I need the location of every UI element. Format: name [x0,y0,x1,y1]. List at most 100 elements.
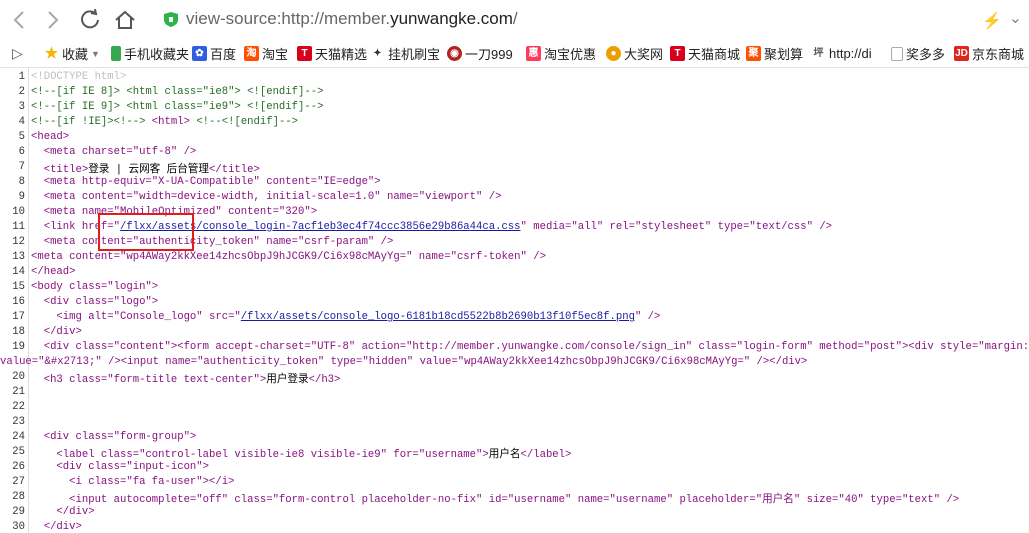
line-number: 17 [12,311,25,323]
line-number: 27 [12,476,25,488]
line-number: 7 [18,161,25,173]
page-icon: 坪 [813,48,824,59]
code-line: <input autocomplete="off" class="form-co… [31,494,960,506]
security-shield-icon [164,12,178,27]
code-line: <meta content="authenticity_token" name=… [31,236,394,248]
back-button[interactable] [6,7,32,33]
line-number: 30 [12,521,25,533]
bookmark-label: 天猫精选 [315,47,368,62]
code-line: </div> [31,506,95,518]
game-icon: ✦ [373,48,382,59]
chevron-down-icon[interactable]: ⌄ [1009,8,1022,28]
coupon-icon: 惠 [526,46,541,61]
forward-button[interactable] [40,7,66,33]
sidebar-toggle-icon[interactable]: ▷ [12,45,23,62]
bookmark-label: 百度 [210,47,237,62]
line-number: 3 [18,101,25,113]
bookmark-label: 挂机刷宝 [388,47,441,62]
bookmark-item[interactable]: 淘淘宝 [244,45,288,62]
line-number: 23 [12,416,25,428]
bookmark-item[interactable]: T 天猫商城 [670,45,740,62]
bookmark-label: 手机收藏夹 [124,47,190,62]
code-line: <body class="login"> [31,281,159,293]
lightning-icon[interactable]: ⚡ [982,11,1002,31]
line-number: 11 [12,221,25,233]
bookmark-item[interactable]: T 天猫精选 [297,45,367,62]
line-number: 5 [18,131,25,143]
bookmark-item[interactable]: 坪 http://di [811,45,872,62]
line-number: 22 [12,401,25,413]
line-number: 6 [18,146,25,158]
code-tag: </h3> [308,374,341,386]
code-tag: <img alt="Console_logo" src=" [31,311,241,323]
bookmark-item[interactable]: ★ 收藏 ▼ [44,45,100,62]
bookmark-item[interactable]: 惠淘宝优惠 [526,45,596,62]
phone-icon [111,46,121,61]
line-number: 8 [18,176,25,188]
code-line: <!DOCTYPE html> [31,71,127,83]
line-number: 12 [12,236,25,248]
code-tag: <title> [31,164,89,176]
code-tag: <html> [151,116,190,128]
address-bar[interactable]: view-source:http://member.yunwangke.com/… [156,6,1022,34]
bookmark-item[interactable]: ✿ 百度 [192,45,236,62]
line-number: 20 [12,371,25,383]
code-line: <img alt="Console_logo" src="/flxx/asset… [31,311,660,323]
line-number: 15 [12,281,25,293]
bookmark-item[interactable]: 聚聚划算 [746,45,803,62]
baidu-paw-icon: ✿ [192,46,207,61]
line-number: 1 [18,71,25,83]
jd-icon: JD [954,46,969,61]
code-tag: <h3 class="form-title text-center"> [31,374,267,386]
line-number: 28 [12,491,25,503]
bookmark-label: 大奖网 [624,47,664,62]
code-line: </div> [31,326,82,338]
url-prefix: view-source:http://member. [186,9,391,28]
bookmark-item[interactable]: ● 大奖网 [606,45,663,62]
code-tag: " /> [634,311,661,323]
code-line: value="&#x2713;" /><input name="authenti… [0,356,808,368]
code-text: 用户名 [488,449,521,461]
chevron-left-icon [13,11,24,29]
code-line: <meta content="width=device-width, initi… [31,191,502,203]
tmall-icon: T [670,46,685,61]
browser-toolbar: view-source:http://member.yunwangke.com/… [0,0,1029,40]
reload-button[interactable] [77,7,103,33]
line-number: 14 [12,266,25,278]
line-number: 26 [12,461,25,473]
code-comment: <!--[if !IE]><!--> [31,116,146,128]
bookmarks-bar: ▷ ★ 收藏 ▼ 手机收藏夹 ✿ 百度 淘淘宝 T 天猫精选 ✦ 挂机刷宝 ◉ 一刀999 … [0,40,1029,68]
home-button[interactable] [112,7,138,33]
gutter-divider [28,68,29,533]
line-number: 24 [12,431,25,443]
bookmark-item[interactable]: JD 京东商城 [954,45,1024,62]
code-line: <meta charset="utf-8" /> [31,146,197,158]
bookmark-item[interactable]: 奖多多 [891,45,945,62]
bookmark-item[interactable]: 手机收藏夹 [111,45,189,62]
line-number: 2 [18,86,25,98]
code-text: 登录 | 云网客 后台管理 [88,164,209,176]
taobao-icon: 聚 [746,46,761,61]
code-line: <div class="logo"> [31,296,159,308]
bookmark-item[interactable]: ◉ 一刀999 [447,45,513,62]
line-number: 13 [12,251,25,263]
code-tag: " media="all" rel="stylesheet" type="tex… [520,221,833,233]
red-highlight-box [98,213,194,251]
code-line: <!--[if IE 9]> <html class="ie9"> <![end… [31,101,324,113]
url-domain: yunwangke.com [390,9,513,28]
code-line: <label class="control-label visible-ie8 … [31,446,571,461]
code-line: <!--[if IE 8]> <html class="ie8"> <![end… [31,86,324,98]
bookmark-label: 京东商城 [972,47,1025,62]
url-suffix: / [512,9,518,28]
url-text[interactable]: view-source:http://member.yunwangke.com/ [186,9,518,29]
code-tag: </label> [520,449,572,461]
line-number: 25 [12,446,25,458]
code-line: </head> [31,266,76,278]
taobao-icon: 淘 [244,46,259,61]
bookmark-item[interactable]: ✦ 挂机刷宝 [370,45,440,62]
code-tag: </title> [209,164,260,176]
code-line: </div> [31,521,82,533]
bookmark-label: 奖多多 [906,47,946,62]
image-link[interactable]: /flxx/assets/console_logo-6181b18cd5522b… [241,311,635,323]
line-number: 18 [12,326,25,338]
